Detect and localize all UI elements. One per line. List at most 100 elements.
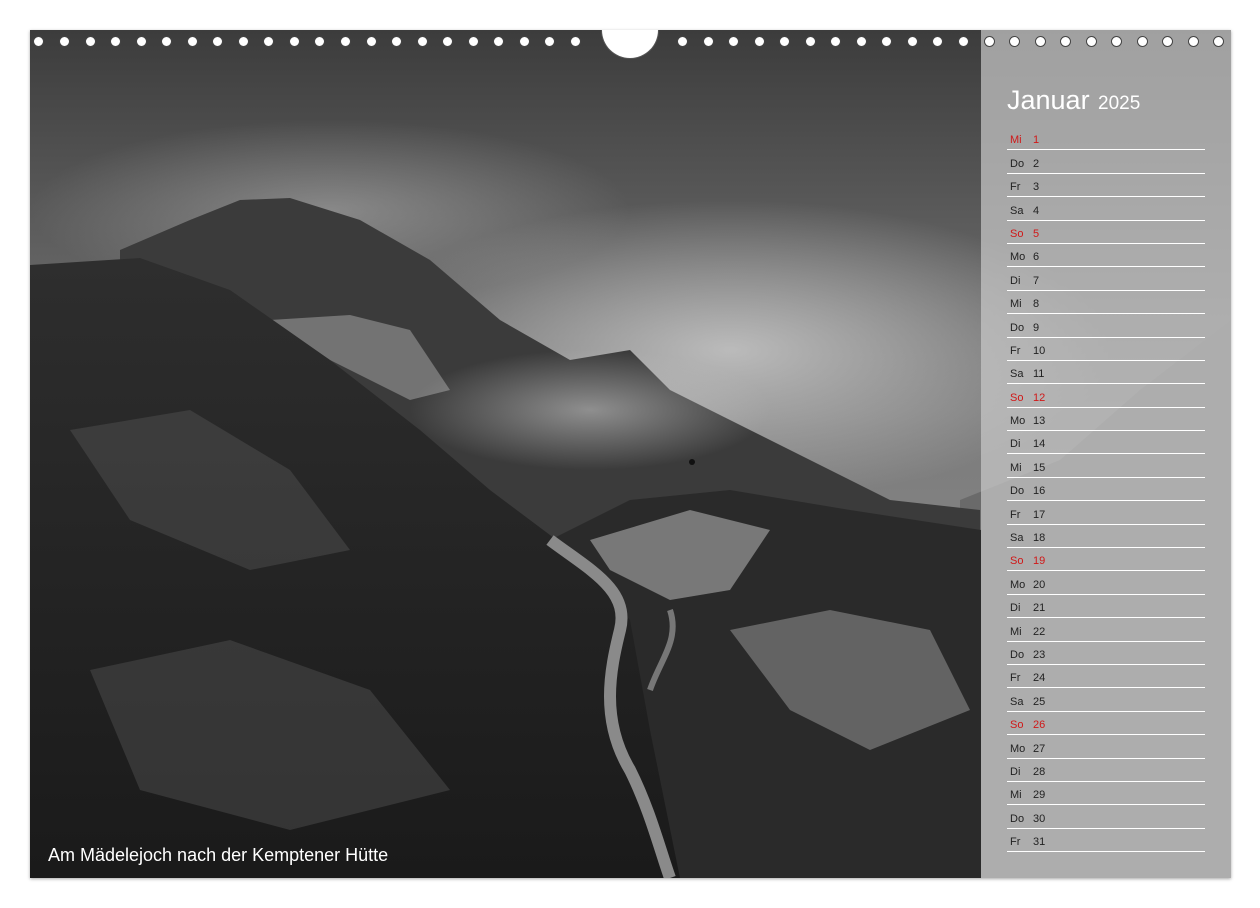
day-number: 10 xyxy=(1033,344,1046,357)
day-number: 19 xyxy=(1033,555,1046,568)
binding-ring xyxy=(417,36,428,47)
day-number: 30 xyxy=(1033,812,1046,825)
binding-ring xyxy=(570,36,581,47)
weekday-label: So xyxy=(1010,555,1024,568)
weekday-label: Mi xyxy=(1010,625,1022,638)
day-list: Mi 1 Do 2 Fr 3 Sa 4 So 5 Mo 6 Di 7 Mi 8 Do 9 Fr 10 Sa 11 So 12 M… xyxy=(1007,127,1205,853)
binding-ring xyxy=(1086,36,1097,47)
day-row: Do 9 xyxy=(1007,314,1205,338)
binding-ring xyxy=(187,36,198,47)
weekday-label: Mi xyxy=(1010,298,1022,311)
day-number: 3 xyxy=(1033,181,1040,194)
weekday-label: Sa xyxy=(1010,532,1024,545)
weekday-label: Do xyxy=(1010,812,1025,825)
binding-ring xyxy=(340,36,351,47)
month-title: Januar 2025 xyxy=(1007,85,1140,116)
binding-ring xyxy=(1035,36,1046,47)
weekday-label: So xyxy=(1010,719,1024,732)
day-row: Mi 22 xyxy=(1007,618,1205,642)
binding-ring xyxy=(544,36,555,47)
day-number: 27 xyxy=(1033,742,1046,755)
day-number: 6 xyxy=(1033,251,1040,264)
weekday-label: So xyxy=(1010,227,1024,240)
day-row: Mo 13 xyxy=(1007,408,1205,432)
binding-ring xyxy=(391,36,402,47)
day-number: 1 xyxy=(1033,134,1040,147)
binding-ring xyxy=(59,36,70,47)
day-number: 13 xyxy=(1033,415,1046,428)
day-number: 8 xyxy=(1033,298,1040,311)
weekday-label: Sa xyxy=(1010,695,1024,708)
day-row: Mo 27 xyxy=(1007,735,1205,759)
binding-ring xyxy=(958,36,969,47)
weekday-label: Di xyxy=(1010,765,1021,778)
day-row: Sa 18 xyxy=(1007,525,1205,549)
weekday-label: Mi xyxy=(1010,461,1022,474)
day-number: 2 xyxy=(1033,157,1040,170)
binding-ring xyxy=(907,36,918,47)
weekday-label: So xyxy=(1010,391,1024,404)
day-number: 23 xyxy=(1033,648,1046,661)
weekday-label: Sa xyxy=(1010,368,1024,381)
day-row: So 19 xyxy=(1007,548,1205,572)
binding-ring xyxy=(779,36,790,47)
calendar-page: Januar 2025 Mi 1 Do 2 Fr 3 Sa 4 So 5 Mo 6 Di 7 Mi 8 Do 9 F… xyxy=(30,30,1231,878)
weekday-label: Mo xyxy=(1010,251,1026,264)
calendar-panel: Januar 2025 Mi 1 Do 2 Fr 3 Sa 4 So 5 Mo 6 Di 7 Mi 8 Do 9 F… xyxy=(981,30,1231,878)
day-number: 15 xyxy=(1033,461,1046,474)
binding-ring xyxy=(85,36,96,47)
day-number: 9 xyxy=(1033,321,1040,334)
day-row: Di 28 xyxy=(1007,759,1205,782)
day-row: So 5 xyxy=(1007,221,1205,244)
day-row: Fr 31 xyxy=(1007,829,1205,853)
binding-ring xyxy=(1137,36,1148,47)
day-number: 5 xyxy=(1033,227,1040,240)
binding-ring xyxy=(703,36,714,47)
day-row: Sa 4 xyxy=(1007,197,1205,221)
day-number: 26 xyxy=(1033,719,1046,732)
binding-ring xyxy=(1213,36,1224,47)
binding-ring xyxy=(263,36,274,47)
day-number: 21 xyxy=(1033,602,1046,615)
day-number: 24 xyxy=(1033,672,1046,685)
weekday-label: Fr xyxy=(1010,344,1021,357)
day-row: Di 7 xyxy=(1007,267,1205,291)
day-number: 16 xyxy=(1033,485,1046,498)
day-row: Mi 15 xyxy=(1007,454,1205,478)
binding-ring xyxy=(881,36,892,47)
day-row: Mi 29 xyxy=(1007,782,1205,806)
weekday-label: Di xyxy=(1010,602,1021,615)
day-row: Fr 17 xyxy=(1007,501,1205,525)
day-number: 11 xyxy=(1033,368,1045,381)
day-row: So 12 xyxy=(1007,384,1205,408)
binding-ring xyxy=(314,36,325,47)
binding-ring xyxy=(33,36,44,47)
spiral-binding xyxy=(30,36,1231,52)
binding-ring xyxy=(932,36,943,47)
day-row: Sa 11 xyxy=(1007,361,1205,385)
binding-ring xyxy=(1162,36,1173,47)
binding-ring xyxy=(728,36,739,47)
weekday-label: Do xyxy=(1010,157,1025,170)
binding-ring xyxy=(493,36,504,47)
day-row: Fr 10 xyxy=(1007,338,1205,361)
weekday-label: Mo xyxy=(1010,578,1026,591)
day-row: Fr 24 xyxy=(1007,665,1205,689)
day-row: Do 30 xyxy=(1007,805,1205,829)
day-number: 29 xyxy=(1033,789,1046,802)
binding-ring xyxy=(1188,36,1199,47)
day-row: Mo 6 xyxy=(1007,244,1205,268)
binding-ring xyxy=(468,36,479,47)
binding-ring xyxy=(366,36,377,47)
binding-ring xyxy=(1009,36,1020,47)
day-number: 7 xyxy=(1033,274,1040,287)
day-row: Fr 3 xyxy=(1007,174,1205,198)
day-number: 18 xyxy=(1033,532,1046,545)
weekday-label: Mo xyxy=(1010,415,1026,428)
weekday-label: Di xyxy=(1010,274,1021,287)
binding-ring xyxy=(289,36,300,47)
binding-ring xyxy=(238,36,249,47)
weekday-label: Mi xyxy=(1010,789,1022,802)
binding-ring xyxy=(161,36,172,47)
day-number: 20 xyxy=(1033,578,1046,591)
